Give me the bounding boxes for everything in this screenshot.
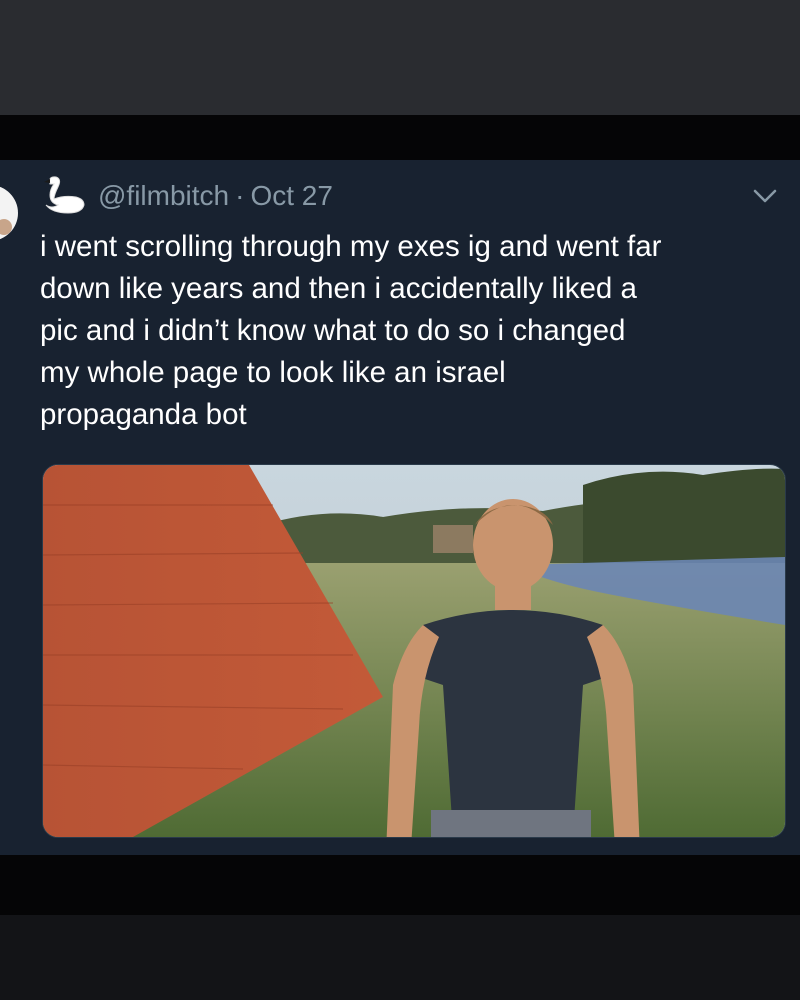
letterbox-top	[0, 115, 800, 160]
letterbox-bottom	[0, 855, 800, 915]
tweet-media-image[interactable]	[42, 464, 786, 838]
tweet-text: i went scrolling through my exes ig and …	[40, 226, 790, 436]
swan-icon	[44, 176, 85, 214]
tweet-text-line: pic and i didn’t know what to do so i ch…	[40, 314, 626, 347]
tweet-text-line: propaganda bot	[40, 398, 247, 431]
tweet-text-line: i went scrolling through my exes ig and …	[40, 230, 662, 263]
top-bar	[0, 0, 800, 115]
header-separator: ·	[235, 180, 245, 211]
tweet-text-line: my whole page to look like an israel	[40, 356, 506, 389]
tweet-header: @filmbitch · Oct 27	[98, 178, 333, 214]
bottom-bar	[0, 915, 800, 1000]
tweet-date[interactable]: Oct 27	[250, 180, 332, 211]
media-photo	[43, 465, 785, 837]
chevron-down-icon[interactable]	[752, 187, 778, 205]
tweet-handle[interactable]: @filmbitch	[98, 180, 229, 211]
tweet-text-line: down like years and then i accidentally …	[40, 272, 637, 305]
